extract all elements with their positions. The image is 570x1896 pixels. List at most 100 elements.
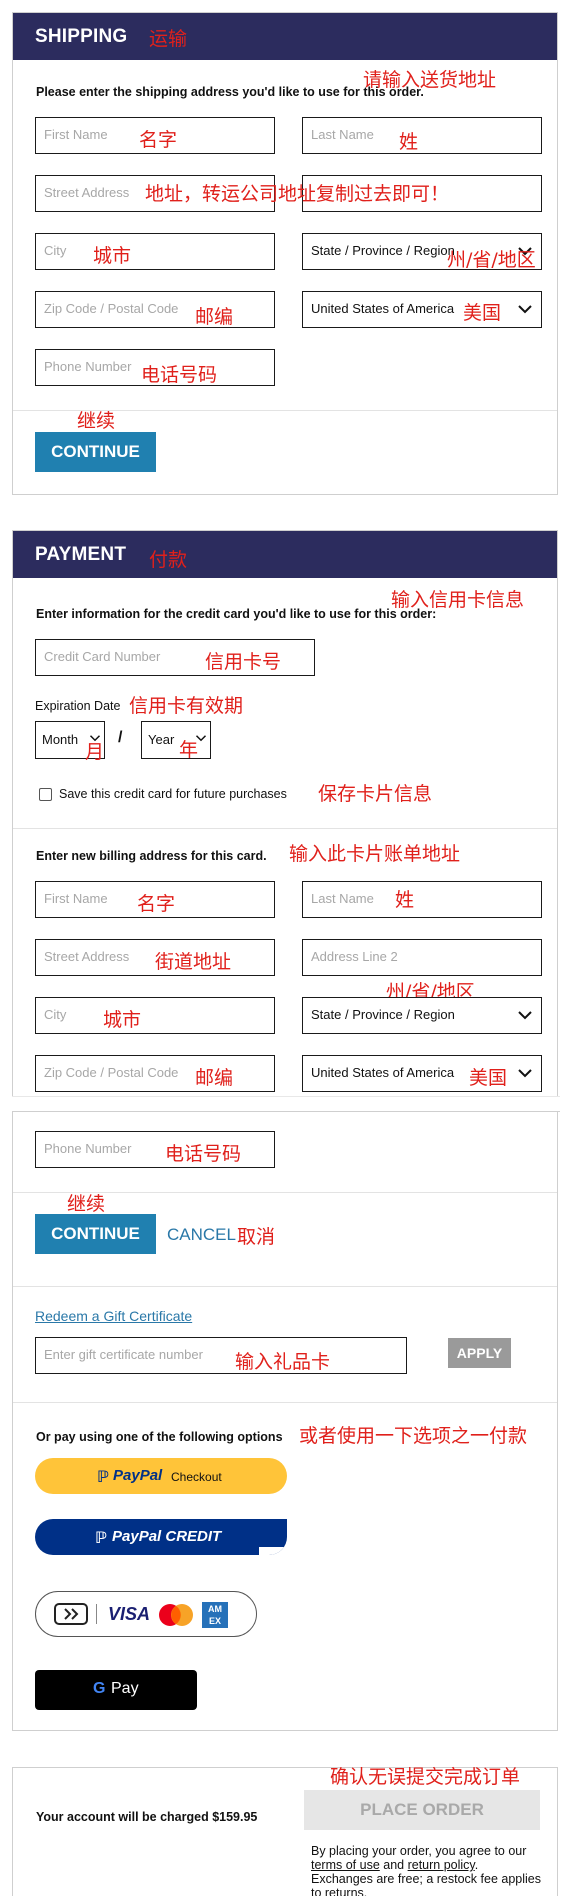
payment-title: PAYMENT [35,544,127,565]
year-select[interactable]: Year [141,721,211,759]
cancel-note: 取消 [237,1226,276,1248]
expiration-date-note: 信用卡有效期 [129,695,244,717]
year-note: 年 [179,739,199,761]
billing-country-select-value: United States of America [311,1065,455,1080]
billing-street-address-note: 街道地址 [155,951,232,973]
billing-zip-code-note: 邮编 [195,1067,234,1089]
year-select-value: Year [148,732,175,747]
shipping-continue-button[interactable]: CONTINUE [35,432,156,472]
paypal-checkout-brand: PayPal [113,1467,163,1484]
google-pay-text: Pay [111,1680,139,1697]
paypal-credit-button[interactable]: ℙ PayPal CREDIT [35,1519,287,1555]
place-order-button[interactable]: PLACE ORDER [304,1790,540,1830]
save-card-note: 保存卡片信息 [318,783,433,805]
contactless-card-icon [54,1603,88,1625]
paypal-checkout-button[interactable]: ℙ PayPal Checkout [35,1458,287,1494]
payment-title-note: 付款 [149,549,188,571]
billing-divider [13,828,557,829]
credit-card-number-placeholder: Credit Card Number [44,649,161,664]
last-name-note: 姓 [399,131,419,153]
paypal-credit-logo-icon: ℙ [95,1530,107,1547]
alt-pay-note: 或者使用一下选项之一付款 [299,1425,528,1447]
screenshot-seam [12,1096,560,1112]
billing-state-select[interactable]: State / Province / Region [302,997,542,1034]
order-card: 确认无误提交完成订单 Your account will be charged … [12,1766,558,1896]
first-name-placeholder: First Name [44,127,108,142]
billing-city-field[interactable]: City [35,997,275,1034]
gift-certificate-note: 输入礼品卡 [235,1351,331,1373]
continue-note: 继续 [77,410,116,432]
billing-note: 输入此卡片账单地址 [289,843,461,865]
last-name-field[interactable]: Last Name [302,117,542,154]
paypal-credit-text: PayPal CREDIT [112,1528,222,1545]
phone-number-placeholder: Phone Number [44,359,132,374]
billing-first-name-placeholder: First Name [44,891,108,906]
save-card-checkbox[interactable] [39,788,52,801]
billing-city-placeholder: City [44,1007,67,1022]
city-placeholder: City [44,243,67,258]
terms-prefix: By placing your order, you agree to our [311,1844,527,1858]
paypal-checkout-text: Checkout [171,1470,222,1484]
month-note: 月 [85,741,105,763]
city-note: 城市 [93,245,132,267]
billing-last-name-note: 姓 [395,889,415,911]
state-note: 州/省/地区 [447,249,536,271]
cancel-link[interactable]: CANCEL [167,1225,236,1245]
billing-address-line2-field[interactable]: Address Line 2 [302,939,542,976]
expiration-date-label: Expiration Date [35,699,121,713]
terms-of-use-link[interactable]: terms of use [311,1858,380,1872]
return-policy-link[interactable]: return policy [408,1858,475,1872]
visa-logo: VISA [108,1604,151,1624]
country-select[interactable]: United States of America [302,291,542,328]
chevron-down-icon [518,1011,532,1020]
gift-certificate-placeholder: Enter gift certificate number [44,1347,203,1362]
alt-pay-divider [13,1402,557,1403]
month-select-value: Month [42,732,79,747]
shipping-title-note: 运输 [149,28,188,50]
billing-continue-note: 继续 [67,1193,106,1215]
billing-country-note: 美国 [469,1067,508,1089]
billing-state-select-value: State / Province / Region [311,1007,455,1022]
billing-instruction: Enter new billing address for this card. [36,849,267,863]
paypal-credit-notch [259,1547,287,1555]
gift-certificate-field[interactable]: Enter gift certificate number [35,1337,407,1374]
first-name-note: 名字 [139,129,178,151]
charge-text: Your account will be charged $159.95 [36,1810,258,1824]
billing-phone-number-note: 电话号码 [165,1143,242,1165]
country-note: 美国 [463,302,502,324]
terms-and: and [379,1858,408,1872]
city-field[interactable]: City [35,233,275,270]
shipping-instruction: Please enter the shipping address you'd … [36,85,424,99]
last-name-placeholder: Last Name [311,127,374,142]
alt-pay-label: Or pay using one of the following option… [36,1430,283,1444]
mastercard-icon [159,1604,193,1626]
billing-first-name-note: 名字 [137,893,176,915]
billing-zip-code-field[interactable]: Zip Code / Postal Code [35,1055,275,1092]
credit-card-number-note: 信用卡号 [205,651,282,673]
zip-code-field[interactable]: Zip Code / Postal Code [35,291,275,328]
zip-code-note: 邮编 [195,306,234,328]
expiration-slash: / [118,729,123,746]
shipping-title: SHIPPING [35,26,128,47]
billing-street-address-placeholder: Street Address [44,949,130,964]
country-select-value: United States of America [311,301,455,316]
payment-header: PAYMENT [13,531,557,578]
apply-button[interactable]: APPLY [448,1338,511,1368]
card-brands-button[interactable]: VISA AM EX [35,1591,257,1637]
google-pay-button[interactable]: G Pay [35,1670,197,1710]
google-g-icon: G [93,1680,106,1697]
street-address-note: 地址，转运公司地址复制过去即可！ [145,183,450,205]
paypal-logo-icon: ℙ [97,1469,109,1486]
terms-text: By placing your order, you agree to our … [311,1844,541,1896]
redeem-gift-certificate-link[interactable]: Redeem a Gift Certificate [35,1308,192,1324]
amex-logo-text: AM EX [208,1604,222,1626]
brand-separator [96,1604,97,1624]
shipping-header: SHIPPING [13,13,557,60]
save-card-label: Save this credit card for future purchas… [59,787,287,801]
billing-last-name-field[interactable]: Last Name [302,881,542,918]
payment-instruction: Enter information for the credit card yo… [36,607,437,621]
gift-divider [13,1286,557,1287]
payment-card: PAYMENT 付款 输入信用卡信息 Enter information for… [12,530,560,1731]
phone-number-note: 电话号码 [141,364,218,386]
billing-continue-button[interactable]: CONTINUE [35,1214,156,1254]
